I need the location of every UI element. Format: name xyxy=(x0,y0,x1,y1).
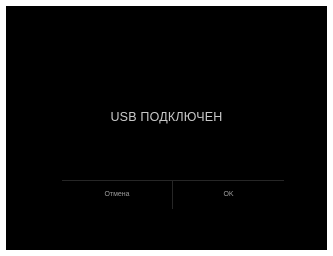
dialog-message: USB ПОДКЛЮЧЕН xyxy=(110,110,223,124)
cancel-button[interactable]: Отмена xyxy=(62,181,172,209)
usb-connected-dialog: USB ПОДКЛЮЧЕН Отмена OK xyxy=(6,6,327,250)
screen-frame: USB ПОДКЛЮЧЕН Отмена OK xyxy=(0,0,333,256)
ok-button[interactable]: OK xyxy=(173,181,284,209)
